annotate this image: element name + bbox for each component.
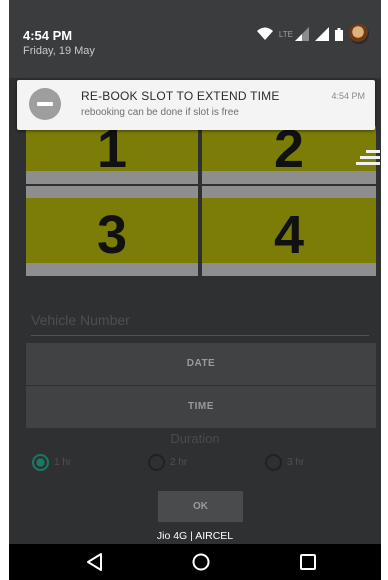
slot-label: 4 xyxy=(273,205,305,265)
slot-label: 1 xyxy=(96,126,128,179)
navigation-bar xyxy=(9,544,381,580)
vehicle-number-input[interactable]: Vehicle Number xyxy=(31,312,369,336)
home-icon[interactable] xyxy=(191,553,211,571)
slot-divider xyxy=(202,171,376,184)
recents-icon[interactable] xyxy=(298,553,318,571)
slot-divider xyxy=(202,263,376,276)
carrier-label: Jio 4G | AIRCEL xyxy=(156,530,234,542)
notification-time: 4:54 PM xyxy=(331,91,365,101)
ok-button[interactable]: OK xyxy=(158,491,243,522)
duration-option-label: 2 hr xyxy=(170,456,188,468)
date-button[interactable]: DATE xyxy=(26,343,376,385)
slot-divider xyxy=(26,171,198,184)
slot-label: 2 xyxy=(273,126,305,179)
notification-title: RE-BOOK SLOT TO EXTEND TIME xyxy=(81,89,280,103)
duration-option-3hr[interactable]: 3 hr xyxy=(265,452,304,472)
duration-option-label: 3 hr xyxy=(287,456,305,468)
duration-option-1hr[interactable]: 1 hr xyxy=(32,452,71,472)
duration-label: Duration xyxy=(170,431,220,446)
radio-selected-icon xyxy=(32,453,49,471)
notification-shade-header: 4:54 PM Friday, 19 May LTE xyxy=(9,0,381,78)
slot-divider xyxy=(26,186,198,198)
slot-3[interactable]: 3 xyxy=(26,186,198,276)
phone-screen: 1 2 3 4 4:54 PM Friday, 19 May LTE RE-BO… xyxy=(9,0,381,580)
battery-icon xyxy=(335,27,343,41)
time-button[interactable]: TIME xyxy=(26,386,376,428)
notification-text: rebooking can be done if slot is free xyxy=(81,107,239,118)
status-date: Friday, 19 May xyxy=(23,45,95,57)
menu-icon[interactable] xyxy=(354,150,380,172)
duration-option-2hr[interactable]: 2 hr xyxy=(148,452,187,472)
status-icons: LTE xyxy=(256,24,369,44)
slot-label: 3 xyxy=(96,205,128,265)
radio-unselected-icon xyxy=(265,453,282,471)
wifi-icon xyxy=(256,27,273,40)
network-type: LTE xyxy=(278,29,293,39)
notification-card[interactable]: RE-BOOK SLOT TO EXTEND TIME rebooking ca… xyxy=(17,80,375,130)
slot-1[interactable]: 1 xyxy=(26,126,198,184)
minus-circle-icon xyxy=(29,88,61,120)
duration-option-label: 1 hr xyxy=(54,456,72,468)
signal-icon xyxy=(295,27,309,41)
avatar[interactable] xyxy=(349,24,369,44)
slot-4[interactable]: 4 xyxy=(202,186,376,276)
status-time: 4:54 PM xyxy=(23,28,73,43)
slot-divider xyxy=(202,186,376,198)
radio-unselected-icon xyxy=(148,453,165,471)
slot-2[interactable]: 2 xyxy=(202,126,376,184)
slot-divider xyxy=(26,263,198,276)
signal-icon xyxy=(315,27,329,41)
back-icon[interactable] xyxy=(85,553,105,571)
vehicle-number-placeholder: Vehicle Number xyxy=(31,312,130,328)
